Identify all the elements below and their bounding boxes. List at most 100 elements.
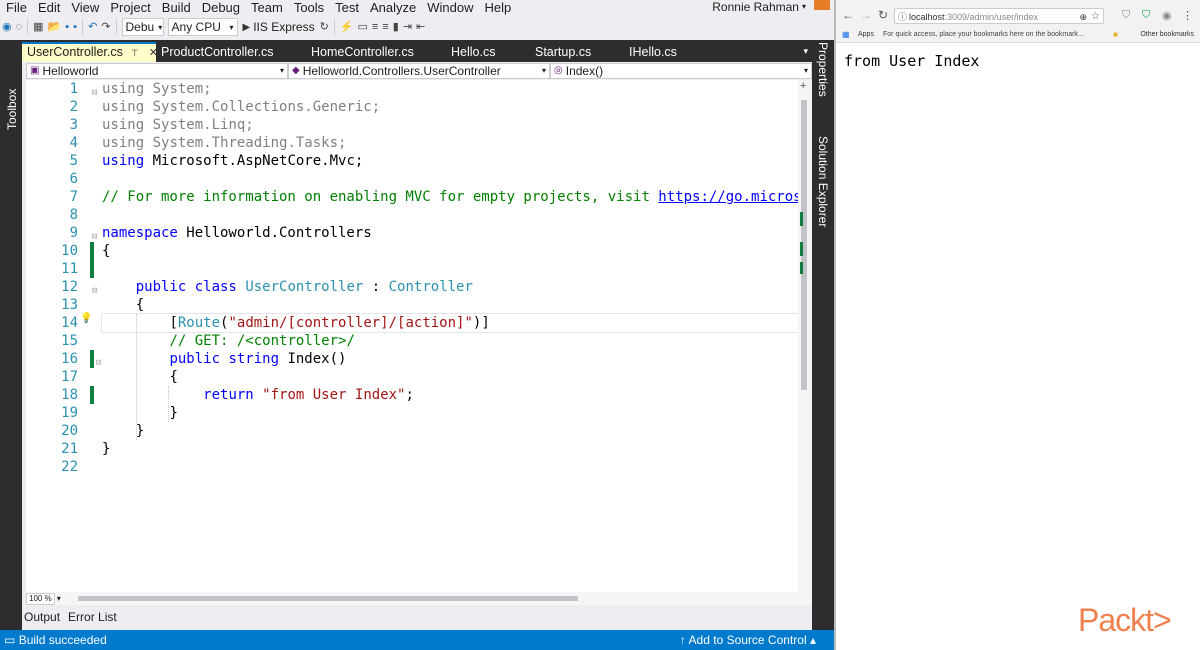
outdent-icon[interactable]: ⇤ bbox=[416, 17, 425, 37]
tab-overflow-icon[interactable]: ▾ bbox=[803, 46, 808, 57]
editor-vertical-scrollbar[interactable]: + bbox=[798, 80, 812, 592]
code-line: 20 } bbox=[26, 422, 798, 440]
solution-configuration-select[interactable]: Debu ▾ bbox=[121, 18, 164, 36]
menu-edit[interactable]: Edit bbox=[32, 0, 65, 15]
tab-ihello[interactable]: IHello.cs bbox=[624, 42, 704, 62]
menu-project[interactable]: Project bbox=[104, 0, 155, 15]
document-tabs: UserController.cs ⊤ ✕ ProductController.cs… bbox=[22, 40, 812, 62]
save-icon[interactable]: ▪ bbox=[65, 17, 69, 37]
menu-window[interactable]: Window bbox=[421, 0, 478, 15]
bookmark-star-icon[interactable]: ☆ bbox=[1091, 9, 1100, 25]
change-marker bbox=[90, 386, 94, 404]
refresh-icon[interactable]: ↻ bbox=[320, 17, 329, 37]
browser-link-icon[interactable]: ⚡ bbox=[340, 17, 354, 37]
account-name[interactable]: Ronnie Rahman ▾ bbox=[712, 0, 806, 14]
bookmark-icon[interactable]: ▮ bbox=[393, 17, 399, 37]
undo-icon[interactable]: ↶ bbox=[88, 17, 97, 37]
save-all-icon[interactable]: ▪ bbox=[73, 17, 77, 37]
error-list-tab[interactable]: Error List bbox=[68, 608, 117, 626]
menu-file[interactable]: File bbox=[0, 0, 32, 15]
address-bar[interactable]: ⓘ localhost:3009/admin/user/index ⊕ ☆ bbox=[894, 8, 1104, 24]
code-text: using System.Collections.Generic; bbox=[102, 98, 380, 116]
start-debugging-button[interactable]: ▶ IIS Express bbox=[243, 20, 315, 34]
code-keyword: using bbox=[102, 99, 145, 115]
back-navigate-icon[interactable]: ◉ bbox=[2, 17, 12, 37]
zoom-level[interactable]: 100 % bbox=[26, 592, 55, 605]
find-icon[interactable]: ▭ bbox=[358, 17, 368, 37]
add-to-source-control-button[interactable]: ↑ Add to Source Control ▴ bbox=[680, 630, 816, 650]
code-text: public string Index() bbox=[102, 350, 346, 368]
build-status: ▭ Build succeeded bbox=[4, 630, 107, 650]
forward-icon[interactable]: → bbox=[860, 8, 872, 22]
menu-debug[interactable]: Debug bbox=[196, 0, 245, 15]
lightbulb-icon[interactable]: 💡 bbox=[80, 310, 92, 328]
apps-grid-icon[interactable]: ▦ bbox=[842, 28, 850, 42]
code-string: "from User Index" bbox=[262, 387, 406, 403]
back-icon[interactable]: ← bbox=[842, 8, 854, 22]
menu-team[interactable]: Team bbox=[245, 0, 288, 15]
right-panel-strip: Properties Solution Explorer bbox=[812, 40, 836, 630]
code-keyword: using bbox=[102, 135, 145, 151]
menu-build[interactable]: Build bbox=[156, 0, 196, 15]
platform-value: Any CPU bbox=[171, 20, 221, 34]
redo-icon[interactable]: ↷ bbox=[101, 17, 110, 37]
new-project-icon[interactable]: ▦ bbox=[33, 17, 43, 37]
code-line: 2 using System.Collections.Generic; bbox=[26, 98, 798, 116]
chevron-down-icon[interactable]: ▾ bbox=[57, 594, 61, 603]
zoom-icon[interactable]: ⊕ bbox=[1079, 9, 1087, 25]
code-token: Helloworld.Controllers bbox=[177, 225, 372, 241]
menu-test[interactable]: Test bbox=[329, 0, 364, 15]
indent-icon[interactable]: ⇥ bbox=[403, 17, 412, 37]
navigation-bar: ▣ Helloworld ▾ ◆ Helloworld.Controllers.Use… bbox=[26, 62, 812, 80]
shield-icon[interactable]: ⛉ bbox=[1122, 9, 1130, 22]
tab-home-controller[interactable]: HomeController.cs bbox=[306, 42, 446, 62]
apps-link[interactable]: Apps bbox=[858, 28, 874, 42]
line-number: 13 bbox=[61, 297, 78, 313]
other-bookmarks-link[interactable]: Other bookmarks bbox=[1140, 28, 1194, 42]
solution-explorer-tab[interactable]: Solution Explorer bbox=[816, 136, 830, 227]
forward-navigate-icon[interactable]: ◌ bbox=[16, 17, 23, 37]
member-dropdown[interactable]: ◎ Index() ▾ bbox=[550, 63, 812, 79]
feedback-icon[interactable] bbox=[814, 0, 830, 10]
menu-icon[interactable]: ⋮ bbox=[1182, 9, 1193, 22]
split-window-icon[interactable]: + bbox=[800, 80, 806, 92]
browser-toolbar: ← → ↻ ⓘ localhost:3009/admin/user/index … bbox=[836, 0, 1200, 28]
code-token: } bbox=[102, 441, 111, 457]
code-line: 8 bbox=[26, 206, 798, 224]
horizontal-scroll-thumb[interactable] bbox=[78, 596, 578, 601]
code-token: ; bbox=[405, 387, 414, 403]
tab-startup[interactable]: Startup.cs bbox=[530, 42, 624, 62]
comment-link[interactable]: https://go.microsoft bbox=[658, 189, 798, 205]
code-line: 5 using Microsoft.AspNetCore.Mvc; bbox=[26, 152, 798, 170]
output-tab[interactable]: Output bbox=[24, 608, 60, 626]
toolbox-tab[interactable]: Toolbox bbox=[5, 89, 19, 130]
csharp-project-icon: ▣ bbox=[30, 65, 40, 76]
code-line: 10 { bbox=[26, 242, 798, 260]
toolbar-divider bbox=[82, 19, 84, 35]
code-line: 3 using System.Linq; bbox=[26, 116, 798, 134]
tab-label: Startup.cs bbox=[535, 45, 592, 59]
code-editor[interactable]: 1 ⊟ using System; 2 using System.Collection… bbox=[26, 80, 798, 592]
properties-tab[interactable]: Properties bbox=[816, 42, 830, 97]
info-icon[interactable]: ⓘ bbox=[898, 9, 907, 25]
extension-circle-icon[interactable]: ◉ bbox=[1162, 9, 1172, 22]
project-dropdown[interactable]: ▣ Helloworld ▾ bbox=[26, 63, 288, 79]
code-text: using Microsoft.AspNetCore.Mvc; bbox=[102, 152, 363, 170]
extension-shield-icon[interactable]: ⛉ bbox=[1142, 9, 1150, 22]
menu-tools[interactable]: Tools bbox=[288, 0, 329, 15]
tab-hello[interactable]: Hello.cs bbox=[446, 42, 530, 62]
chevron-up-icon: ▴ bbox=[809, 633, 816, 647]
open-file-icon[interactable]: 📂 bbox=[48, 17, 62, 37]
comment-icon[interactable]: ≡ bbox=[372, 17, 378, 37]
solution-platform-select[interactable]: Any CPU ▾ bbox=[167, 18, 238, 36]
menu-analyze[interactable]: Analyze bbox=[364, 0, 421, 15]
uncomment-icon[interactable]: ≡ bbox=[382, 17, 388, 37]
tab-product-controller[interactable]: ProductController.cs bbox=[156, 42, 306, 62]
pin-icon[interactable]: ⊤ bbox=[131, 48, 139, 58]
reload-icon[interactable]: ↻ bbox=[878, 8, 888, 22]
menu-view[interactable]: View bbox=[65, 0, 104, 15]
tab-user-controller[interactable]: UserController.cs ⊤ ✕ bbox=[22, 42, 158, 62]
menu-help[interactable]: Help bbox=[479, 0, 517, 15]
standard-toolbar: ◉ ◌ ▦ 📂 ▪ ▪ ↶ ↷ Debu ▾ Any CPU ▾ ▶ IIS Expr… bbox=[0, 16, 836, 38]
type-dropdown[interactable]: ◆ Helloworld.Controllers.UserController ▾ bbox=[288, 63, 550, 79]
